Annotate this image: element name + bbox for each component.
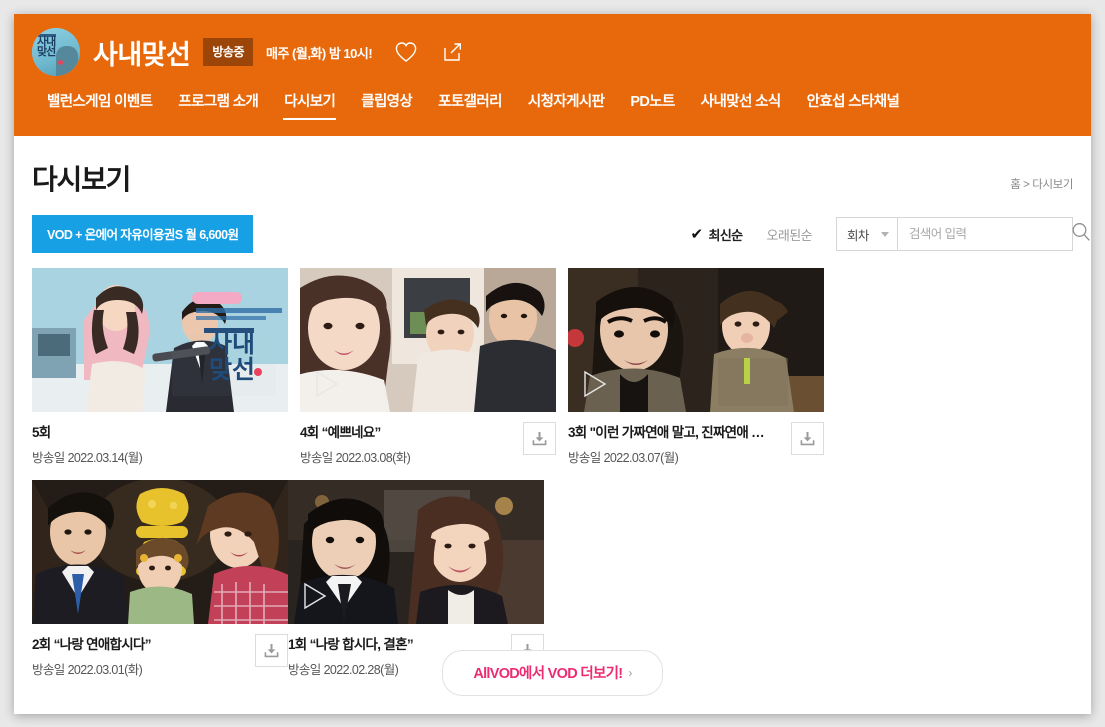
main-content: 다시보기 홈 > 다시보기 VOD + 온에어 자유이용권S 월 6,600원 … xyxy=(14,136,1091,714)
nav-item-photo-gallery[interactable]: 포토갤러리 xyxy=(425,90,515,114)
svg-text:사내: 사내 xyxy=(209,330,255,358)
download-icon xyxy=(800,432,815,446)
nav-item-program-intro[interactable]: 프로그램 소개 xyxy=(165,90,271,114)
heart-icon[interactable] xyxy=(394,40,418,64)
check-icon: ✔ xyxy=(690,225,703,243)
video-thumbnail[interactable] xyxy=(32,480,288,624)
onair-status-badge: 방송중 xyxy=(203,38,253,66)
header-top-bar: 사내 맞선 사내맞선 방송중 매주 (월,화) 밤 10시! xyxy=(14,14,1091,90)
nav-item-replay[interactable]: 다시보기 xyxy=(271,90,348,120)
sort-newest-option[interactable]: ✔ 최신순 xyxy=(690,225,743,244)
video-thumbnail[interactable] xyxy=(288,480,544,624)
sort-oldest-label: 오래된순 xyxy=(766,227,813,243)
nav-item-balance-game[interactable]: 밸런스게임 이벤트 xyxy=(34,90,165,114)
svg-text:맞선: 맞선 xyxy=(209,356,255,384)
play-icon[interactable] xyxy=(302,582,328,610)
more-vod-button[interactable]: AllVOD에서 VOD 더보기! › xyxy=(442,650,663,696)
video-card-meta: 5회 방송일 2022.03.14(월) xyxy=(32,421,288,466)
play-icon[interactable] xyxy=(582,370,608,398)
video-title[interactable]: 3회 "이런 가짜연애 말고, 진짜연애 … xyxy=(568,421,785,441)
nav-item-pd-note[interactable]: PD노트 xyxy=(617,90,687,114)
nav-item-viewer-board[interactable]: 시청자게시판 xyxy=(515,90,617,114)
share-icon[interactable] xyxy=(440,40,464,64)
video-air-date: 방송일 2022.03.14(월) xyxy=(32,451,143,465)
download-icon xyxy=(532,432,547,446)
download-button[interactable] xyxy=(523,422,556,455)
video-air-date: 방송일 2022.03.07(월) xyxy=(568,451,679,465)
video-card: 사내 맞선 5회 방송일 2022.03.14(월) xyxy=(32,268,288,466)
sort-newest-label: 최신순 xyxy=(708,227,743,243)
chevron-down-icon xyxy=(881,231,889,237)
vod-promo-button[interactable]: VOD + 온에어 자유이용권S 월 6,600원 xyxy=(32,215,254,253)
nav-item-star-channel[interactable]: 안효섭 스타채널 xyxy=(794,90,913,114)
video-card-meta: 4회 “예쁘네요” 방송일 2022.03.08(화) xyxy=(300,421,556,466)
search-box xyxy=(898,217,1090,251)
page-title-row: 다시보기 홈 > 다시보기 xyxy=(32,136,1073,202)
toolbar: VOD + 온에어 자유이용권S 월 6,600원 ✔ 최신순 오래된순 회차 xyxy=(32,215,1090,253)
breadcrumb[interactable]: 홈 > 다시보기 xyxy=(1010,176,1073,198)
episode-filter-label: 회차 xyxy=(847,228,869,243)
page-frame: 사내 맞선 사내맞선 방송중 매주 (월,화) 밤 10시! 밸런스게임 이벤트… xyxy=(14,14,1091,714)
site-header: 사내 맞선 사내맞선 방송중 매주 (월,화) 밤 10시! 밸런스게임 이벤트… xyxy=(14,14,1091,136)
download-button[interactable] xyxy=(791,422,824,455)
chevron-right-icon: › xyxy=(628,665,632,680)
nav-item-clips[interactable]: 클립영상 xyxy=(348,90,425,114)
more-vod-label: AllVOD에서 VOD 더보기! xyxy=(473,666,623,682)
sort-oldest-option[interactable]: 오래된순 xyxy=(766,225,813,244)
video-title[interactable]: 5회 xyxy=(32,421,282,441)
nav-item-news[interactable]: 사내맞선 소식 xyxy=(688,90,794,114)
video-card: 3회 "이런 가짜연애 말고, 진짜연애 … 방송일 2022.03.07(월) xyxy=(568,268,824,466)
video-air-date: 방송일 2022.03.08(화) xyxy=(300,451,411,465)
video-thumbnail[interactable] xyxy=(568,268,824,412)
video-card: 4회 “예쁘네요” 방송일 2022.03.08(화) xyxy=(300,268,556,466)
search-icon[interactable] xyxy=(1070,221,1091,248)
program-logo-icon[interactable]: 사내 맞선 xyxy=(32,28,80,76)
video-title[interactable]: 4회 “예쁘네요” xyxy=(300,421,517,441)
broadcast-schedule-text: 매주 (월,화) 밤 10시! xyxy=(266,45,373,61)
play-icon[interactable] xyxy=(314,370,340,398)
episode-filter-select[interactable]: 회차 xyxy=(836,217,898,251)
more-vod-row: AllVOD에서 VOD 더보기! › xyxy=(14,650,1091,696)
video-thumbnail[interactable]: 사내 맞선 xyxy=(32,268,288,412)
video-card: 1회 “나랑 합시다, 결혼” 방송일 2022.02.28(월) xyxy=(288,480,544,678)
program-title: 사내맞선 xyxy=(93,39,191,70)
video-grid: 사내 맞선 5회 방송일 2022.03.14(월) 4회 “예쁘네요” 방송일… xyxy=(32,268,1073,692)
video-card: 2회 “나랑 연애합시다” 방송일 2022.03.01(화) xyxy=(32,480,288,678)
toolbar-right-controls: ✔ 최신순 오래된순 회차 xyxy=(690,217,1090,251)
search-input[interactable] xyxy=(909,227,1070,241)
video-card-meta: 3회 "이런 가짜연애 말고, 진짜연애 … 방송일 2022.03.07(월) xyxy=(568,421,824,466)
page-title: 다시보기 xyxy=(32,164,131,195)
video-thumbnail[interactable] xyxy=(300,268,556,412)
main-navigation: 밸런스게임 이벤트 프로그램 소개 다시보기 클립영상 포토갤러리 시청자게시판… xyxy=(14,90,1091,136)
